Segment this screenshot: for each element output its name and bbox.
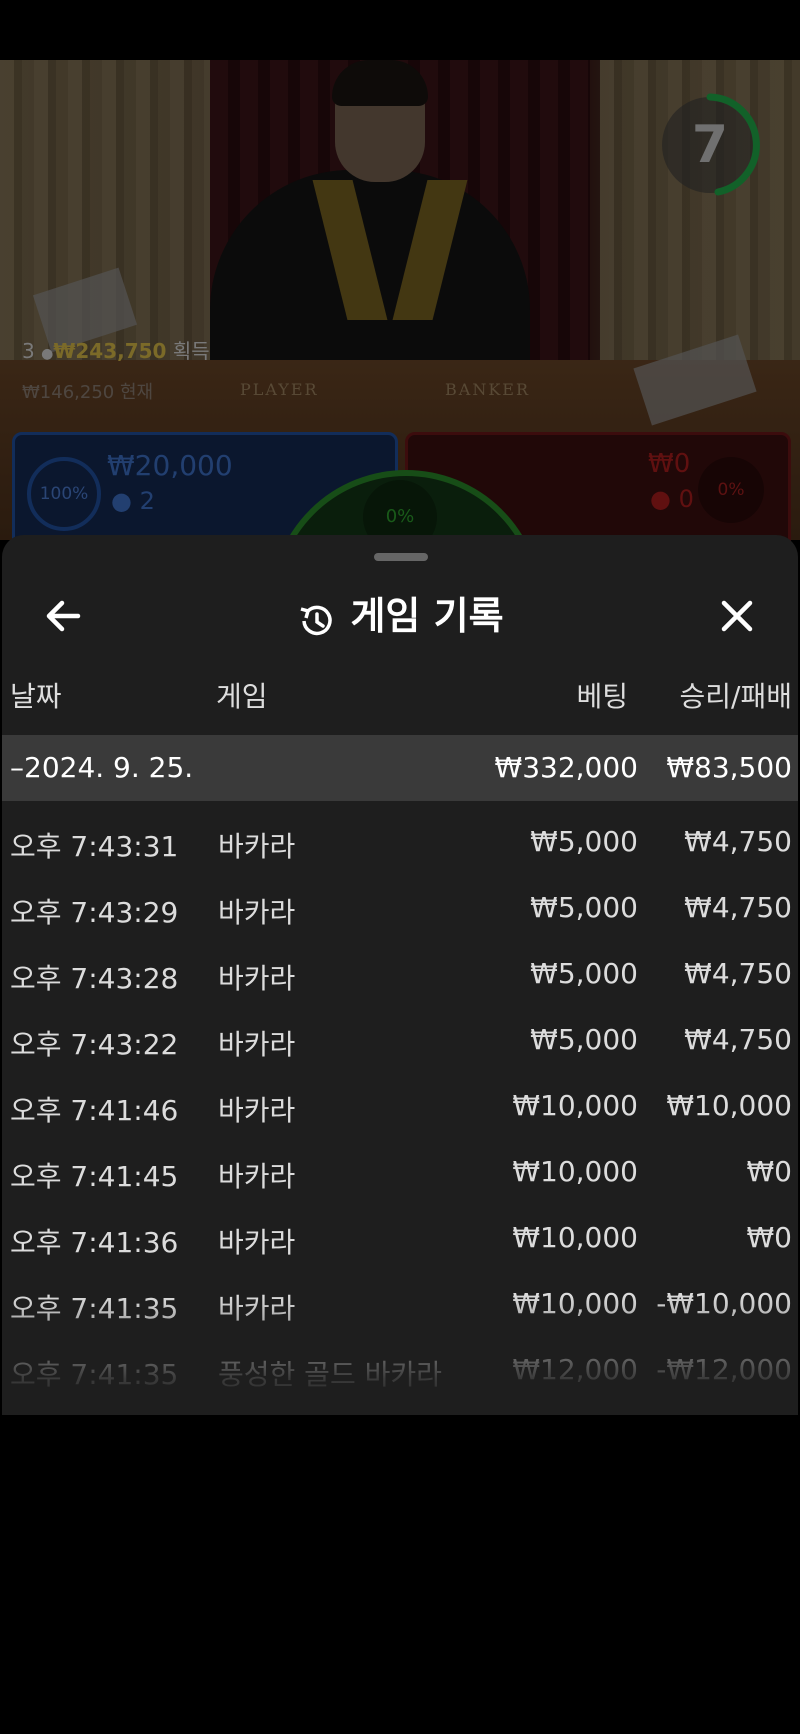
history-row[interactable]: 오후 7:43:31 바카라 ₩5,000 ₩4,750 (2, 801, 798, 867)
row-game: 바카라 (218, 1028, 296, 1061)
row-result: -₩12,000 (656, 1353, 792, 1386)
row-time: 오후 7:41:36 (10, 1226, 179, 1259)
row-game: 바카라 (218, 1160, 296, 1193)
row-time: 오후 7:43:31 (10, 830, 179, 863)
row-bet: ₩10,000 (512, 1089, 638, 1122)
row-time: 오후 7:43:29 (10, 896, 179, 929)
column-date: 날짜 (10, 680, 62, 713)
row-result: -₩10,000 (656, 1287, 792, 1320)
history-list: 오후 7:43:31 바카라 ₩5,000 ₩4,750 오후 7:43:29 … (2, 801, 798, 1395)
history-row[interactable]: 오후 7:41:35 풍성한 골드 바카라 ₩12,000 -₩12,000 (2, 1329, 798, 1395)
table-header: 날짜 게임 베팅 승리/패배 (2, 675, 798, 725)
drag-handle[interactable] (374, 553, 428, 561)
row-time: 오후 7:43:22 (10, 1028, 179, 1061)
sheet-title: 게임 기록 (2, 575, 798, 655)
title-text: 게임 기록 (350, 593, 504, 638)
row-bet: ₩5,000 (530, 891, 638, 924)
video-dim-overlay (0, 60, 800, 540)
row-result: ₩4,750 (684, 1023, 792, 1056)
row-result: ₩4,750 (684, 825, 792, 858)
group-date: –2024. 9. 25. (10, 751, 194, 784)
history-clock-icon (296, 596, 336, 636)
row-bet: ₩12,000 (512, 1353, 638, 1386)
game-history-sheet: 게임 기록 날짜 게임 베팅 승리/패배 –2024. 9. 25. ₩332,… (2, 535, 798, 1415)
column-game: 게임 (216, 680, 268, 713)
row-game: 풍성한 골드 바카라 (218, 1358, 442, 1391)
back-button[interactable] (38, 591, 88, 641)
row-bet: ₩10,000 (512, 1155, 638, 1188)
row-bet: ₩5,000 (530, 825, 638, 858)
row-time: 오후 7:41:45 (10, 1160, 179, 1193)
column-bet: 베팅 (576, 680, 628, 713)
group-total-bet: ₩332,000 (494, 751, 638, 784)
row-game: 바카라 (218, 1094, 296, 1127)
row-game: 바카라 (218, 1292, 296, 1325)
row-bet: ₩5,000 (530, 957, 638, 990)
row-game: 바카라 (218, 1226, 296, 1259)
row-bet: ₩10,000 (512, 1287, 638, 1320)
row-time: 오후 7:41:35 (10, 1292, 179, 1325)
arrow-left-icon (46, 600, 81, 632)
history-row[interactable]: 오후 7:41:46 바카라 ₩10,000 ₩10,000 (2, 1065, 798, 1131)
history-row[interactable]: 오후 7:43:29 바카라 ₩5,000 ₩4,750 (2, 867, 798, 933)
sheet-header: 게임 기록 (2, 575, 798, 655)
row-game: 바카라 (218, 830, 296, 863)
row-game: 바카라 (218, 896, 296, 929)
row-result: ₩10,000 (666, 1089, 792, 1122)
column-result: 승리/패배 (679, 680, 792, 713)
group-total-result: ₩83,500 (666, 751, 792, 784)
history-row[interactable]: 오후 7:43:28 바카라 ₩5,000 ₩4,750 (2, 933, 798, 999)
row-bet: ₩5,000 (530, 1023, 638, 1056)
row-game: 바카라 (218, 962, 296, 995)
row-result: ₩4,750 (684, 891, 792, 924)
history-row[interactable]: 오후 7:41:35 바카라 ₩10,000 -₩10,000 (2, 1263, 798, 1329)
history-row[interactable]: 오후 7:41:36 바카라 ₩10,000 ₩0 (2, 1197, 798, 1263)
row-time: 오후 7:43:28 (10, 962, 179, 995)
date-group-row[interactable]: –2024. 9. 25. ₩332,000 ₩83,500 (2, 735, 798, 801)
history-row[interactable]: 오후 7:43:22 바카라 ₩5,000 ₩4,750 (2, 999, 798, 1065)
close-button[interactable] (712, 591, 762, 641)
close-icon (721, 600, 753, 632)
row-result: ₩4,750 (684, 957, 792, 990)
row-bet: ₩10,000 (512, 1221, 638, 1254)
row-time: 오후 7:41:35 (10, 1358, 179, 1391)
row-result: ₩0 (746, 1221, 793, 1254)
row-result: ₩0 (746, 1155, 793, 1188)
history-row[interactable]: 오후 7:41:45 바카라 ₩10,000 ₩0 (2, 1131, 798, 1197)
row-time: 오후 7:41:46 (10, 1094, 179, 1127)
